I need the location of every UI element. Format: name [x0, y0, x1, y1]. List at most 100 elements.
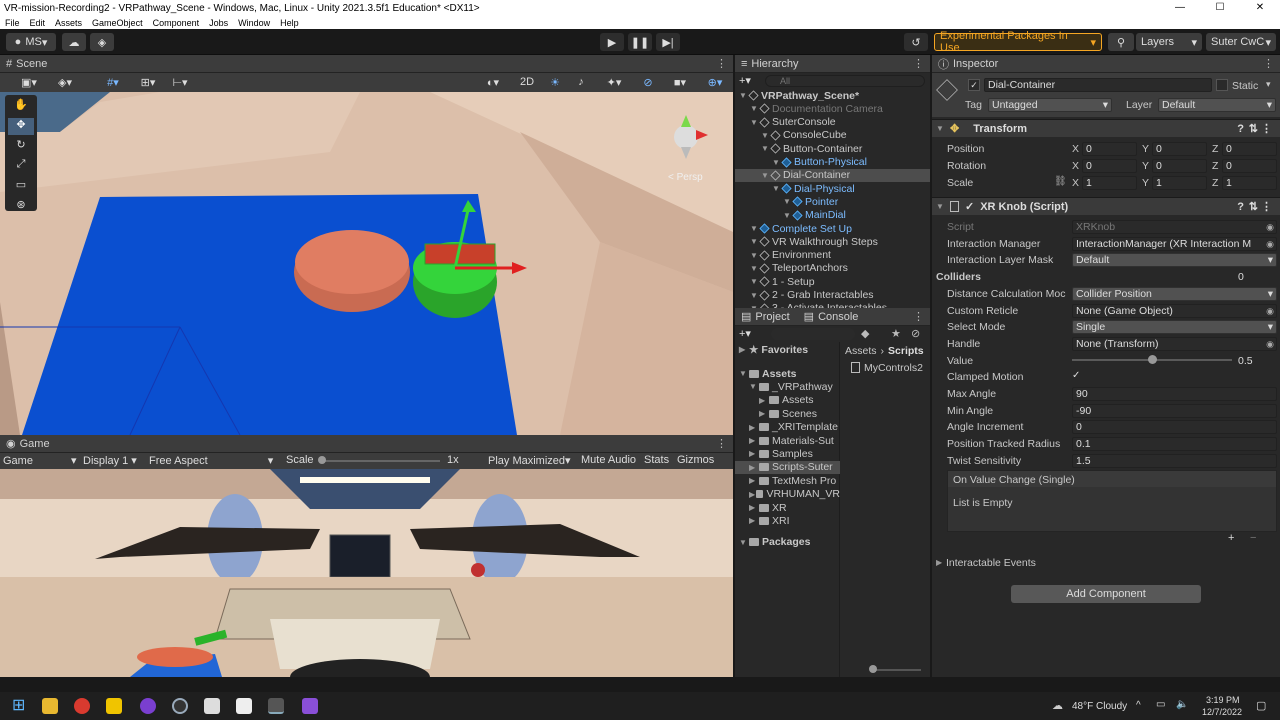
move-tool-icon[interactable]: ✥ [8, 118, 34, 135]
foldout-arrow-icon[interactable]: ▼ [772, 184, 782, 193]
hierarchy-item[interactable]: ▼ Documentation Camera [735, 102, 930, 115]
hierarchy-item[interactable]: ▼ VRPathway_Scene* [735, 89, 930, 102]
mode-2d-toggle[interactable]: 2D [514, 74, 540, 90]
oculus-icon[interactable] [236, 698, 252, 714]
layout-dropdown[interactable]: Suter CwC ▾ [1206, 33, 1276, 51]
help-icon[interactable]: ? [1237, 123, 1244, 135]
scale-slider[interactable] [320, 460, 440, 462]
scene-viewport[interactable]: < Persp ✋ ✥ ↻ ⤢ ▭ ⊛ [0, 92, 733, 435]
knob-field-value[interactable]: 0 [1072, 420, 1277, 435]
rotation-z-field[interactable]: 0 [1222, 159, 1277, 173]
ruler-icon[interactable]: ⊢▾ [166, 74, 194, 90]
hierarchy-item[interactable]: ▼ Dial-Physical [735, 182, 930, 195]
hierarchy-search-input[interactable] [765, 75, 925, 87]
knob-field-value[interactable]: ✓ [1072, 370, 1084, 382]
hierarchy-item[interactable]: ▼ SuterConsole [735, 116, 930, 129]
hierarchy-item[interactable]: ▼ Button-Physical [735, 156, 930, 169]
knob-field-value[interactable]: -90 [1072, 403, 1277, 418]
favorites-item[interactable]: ▶ ★ Favorites [739, 343, 808, 356]
foldout-arrow-icon[interactable]: ▶ [749, 449, 759, 458]
foldout-arrow-icon[interactable]: ▶ [749, 476, 759, 485]
volume-icon[interactable]: 🔈 [1176, 699, 1188, 710]
hierarchy-item[interactable]: ▼ 1 - Setup [735, 275, 930, 288]
foldout-arrow-icon[interactable]: ▼ [783, 197, 793, 206]
tray-chevron-icon[interactable]: ^ [1136, 700, 1141, 711]
knob-field-value[interactable]: XRKnob ◉ [1072, 220, 1277, 234]
scene-tab[interactable]: Scene [16, 58, 47, 70]
position-z-field[interactable]: 0 [1222, 142, 1277, 156]
axis-y-label[interactable]: Y [1142, 177, 1149, 189]
foldout-arrow-icon[interactable]: ▶ [749, 463, 759, 472]
inspector-menu-icon[interactable]: ⋮ [1263, 57, 1274, 70]
foldout-arrow-icon[interactable]: ▶ [749, 503, 759, 512]
hierarchy-item[interactable]: ▼ Environment [735, 249, 930, 262]
value-slider-thumb[interactable] [1148, 354, 1157, 364]
gizmos-toggle[interactable]: Gizmos [677, 454, 714, 466]
menu-file[interactable]: File [0, 18, 25, 28]
github-icon[interactable] [140, 698, 156, 714]
close-button[interactable]: ✕ [1240, 0, 1280, 16]
console-tab[interactable]: Console [818, 311, 858, 323]
foldout-arrow-icon[interactable]: ▶ [749, 490, 756, 499]
layers-dropdown[interactable]: Layers ▾ [1136, 33, 1202, 51]
chrome-icon[interactable] [74, 698, 90, 714]
knob-help-icon[interactable]: ? [1237, 201, 1244, 213]
scale-y-field[interactable]: 1 [1152, 176, 1207, 190]
visual-studio-icon[interactable] [302, 698, 318, 714]
project-search-input[interactable] [771, 328, 855, 340]
effects-dropdown[interactable]: ✦▾ [596, 74, 632, 90]
hierarchy-item[interactable]: ▼ Button-Container [735, 142, 930, 155]
hierarchy-item[interactable]: ▼ 2 - Grab Interactables [735, 289, 930, 302]
knob-field-value[interactable]: 0 [1238, 271, 1244, 283]
pause-button[interactable]: ❚❚ [628, 33, 652, 51]
hidden-objects-icon[interactable]: ⊘ [636, 74, 660, 90]
foldout-arrow-icon[interactable]: ▼ [761, 144, 771, 153]
cloud-icon[interactable]: ☁ [62, 33, 86, 51]
game-tab[interactable]: Game [20, 438, 50, 450]
project-folder-item[interactable]: ▶ VRHUMAN_VR [735, 488, 840, 501]
audio-icon[interactable]: ♪ [570, 74, 592, 90]
axis-z-label[interactable]: Z [1212, 160, 1218, 172]
static-dropdown-icon[interactable]: ▾ [1266, 79, 1271, 90]
game-view-select[interactable]: Game ▾ [3, 454, 77, 467]
account-button[interactable]: ● MS ▾ [6, 33, 56, 51]
rotate-tool-icon[interactable]: ↻ [8, 138, 34, 155]
obs-icon[interactable] [172, 698, 188, 714]
file-explorer-icon[interactable] [42, 698, 58, 714]
project-folder-item[interactable]: ▶ Scenes [735, 407, 840, 420]
transform-header[interactable]: ▼ ✥ Transform ? ⇅ ⋮ [932, 119, 1280, 137]
project-folder-item[interactable]: ▼ Packages [735, 536, 840, 549]
position-x-field[interactable]: 0 [1082, 142, 1137, 156]
tag-dropdown[interactable]: Untagged ▾ [988, 98, 1112, 112]
knob-field-label[interactable]: Colliders [936, 271, 981, 283]
play-button[interactable]: ▶ [600, 33, 624, 51]
project-folder-item[interactable]: ▶ TextMesh Pro [735, 474, 840, 487]
foldout-arrow-icon[interactable]: ▼ [749, 382, 759, 391]
project-menu-icon[interactable]: ⋮ [913, 310, 924, 323]
interactable-events-foldout[interactable]: ▶ Interactable Events [936, 556, 1036, 569]
xr-knob-enabled-checkbox[interactable]: ✓ [965, 200, 974, 213]
foldout-arrow-icon[interactable]: ▼ [750, 104, 760, 113]
unity-hub-icon[interactable] [204, 698, 220, 714]
hierarchy-menu-icon[interactable]: ⋮ [913, 57, 924, 70]
windows-start-icon[interactable]: ⊞ [12, 698, 28, 714]
minimize-button[interactable]: — [1160, 0, 1200, 16]
weather-label[interactable]: 48°F Cloudy [1072, 701, 1127, 712]
knob-preset-icon[interactable]: ⇅ [1249, 200, 1258, 213]
camera-dropdown[interactable]: ■▾ [664, 74, 696, 90]
rotation-x-field[interactable]: 0 [1082, 159, 1137, 173]
foldout-arrow-icon[interactable]: ▶ [749, 436, 759, 445]
knob-field-value[interactable]: InteractionManager (XR Interaction M ◉ [1072, 236, 1277, 251]
hierarchy-item[interactable]: ▼ ConsoleCube [735, 129, 930, 142]
collab-icon[interactable]: ◈ [90, 33, 114, 51]
axis-z-label[interactable]: Z [1212, 177, 1218, 189]
constrain-proportions-icon[interactable]: ⛓ [1054, 176, 1067, 187]
grid-snap-dropdown[interactable]: #▾ [98, 74, 128, 90]
layer-dropdown[interactable]: Default ▾ [1158, 98, 1276, 112]
preset-icon[interactable]: ⇅ [1249, 122, 1258, 135]
project-folder-item[interactable]: ▶ _XRITemplate [735, 421, 840, 434]
project-tab[interactable]: Project [755, 311, 789, 323]
foldout-arrow-icon[interactable]: ▶ [759, 396, 769, 405]
mute-audio-toggle[interactable]: Mute Audio [581, 454, 636, 466]
xr-knob-header[interactable]: ▼ ✓ XR Knob (Script) ? ⇅ ⋮ [932, 197, 1280, 215]
